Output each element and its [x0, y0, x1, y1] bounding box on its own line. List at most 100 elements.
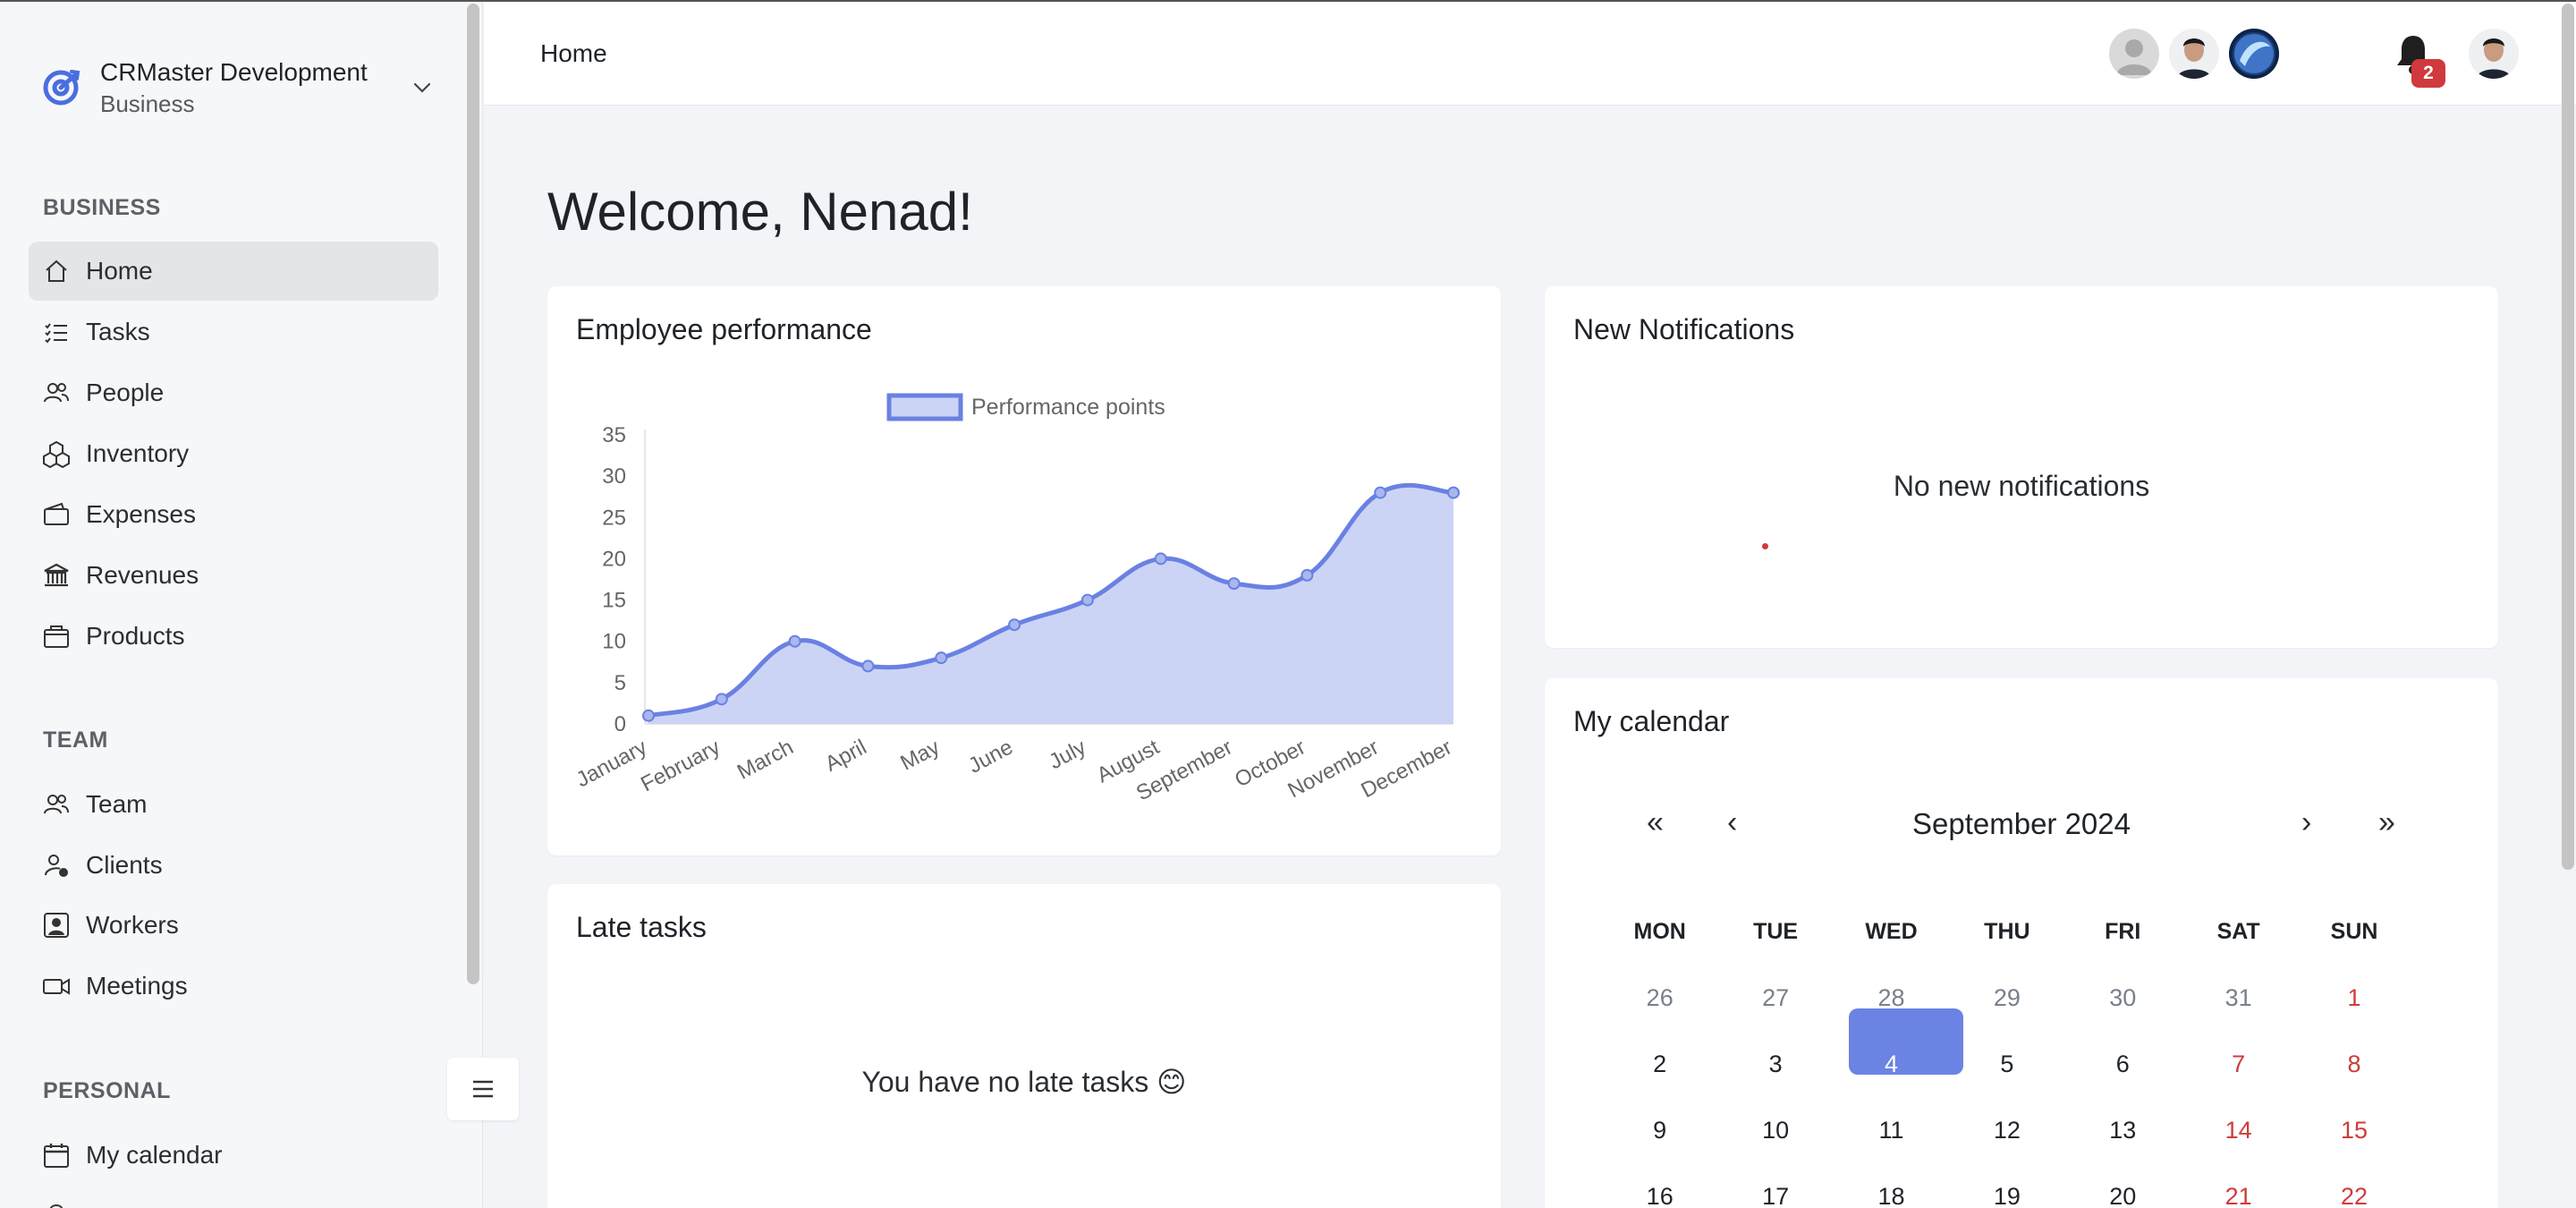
avatar[interactable]	[2169, 29, 2219, 79]
section-title-personal: PERSONAL	[43, 1078, 171, 1103]
x-tick-label: July	[1045, 735, 1089, 774]
calendar-day[interactable]: 22	[2296, 1183, 2411, 1208]
series-area	[648, 485, 1453, 724]
calendar-day[interactable]: 28	[1834, 984, 1949, 1012]
weekday-label: SUN	[2330, 918, 2378, 944]
calendar-grid: MON TUE WED THU FRI SAT SUN 26 27 28 29 …	[1602, 898, 2412, 1208]
worker-icon	[41, 910, 72, 940]
calendar-week-row: 26 27 28 29 30 31 1	[1602, 965, 2412, 1031]
sidebar-scrollbar[interactable]	[467, 4, 479, 984]
page-scrollbar[interactable]	[2562, 4, 2574, 870]
sidebar-item-inventory[interactable]: Inventory	[29, 424, 438, 483]
collapse-sidebar-button[interactable]	[447, 1058, 519, 1120]
calendar-day[interactable]: 3	[1717, 1051, 1833, 1078]
x-tick-label: February	[637, 735, 724, 796]
calendar-day[interactable]: 17	[1717, 1183, 1833, 1208]
next-month-button[interactable]: ›	[2301, 805, 2311, 840]
sidebar-item-label: My calendar	[86, 1141, 223, 1169]
sidebar-item-workers[interactable]: Workers	[29, 896, 438, 955]
calendar-day-today[interactable]: 4	[1834, 1051, 1949, 1078]
calendar-day[interactable]: 27	[1717, 984, 1833, 1012]
org-switcher[interactable]: CRMaster Development Business	[41, 52, 435, 123]
y-tick-label: 35	[602, 423, 626, 447]
calendar-day[interactable]: 5	[1949, 1051, 2064, 1078]
sidebar-item-my-calendar[interactable]: My calendar	[29, 1126, 438, 1185]
calendar-day[interactable]: 10	[1717, 1117, 1833, 1144]
calendar-day[interactable]: 19	[1949, 1183, 2064, 1208]
sidebar-item-meetings[interactable]: Meetings	[29, 957, 438, 1016]
calendar-icon	[41, 1140, 72, 1170]
x-tick-label: April	[821, 735, 870, 776]
calendar-day[interactable]: 1	[2296, 984, 2411, 1012]
card-title: My calendar	[1573, 705, 1730, 737]
notification-count-badge: 2	[2411, 59, 2445, 88]
sidebar-item-tasks[interactable]: Tasks	[29, 302, 438, 362]
calendar-day[interactable]: 7	[2181, 1051, 2296, 1078]
sidebar-item-clients[interactable]: Clients	[29, 836, 438, 895]
sidebar-item-people[interactable]: People	[29, 363, 438, 422]
sidebar-item-label: Inventory	[86, 439, 190, 467]
avatar[interactable]	[2109, 29, 2159, 79]
sidebar-item-products[interactable]: Products	[29, 607, 438, 666]
data-point	[861, 659, 875, 673]
x-tick-label: June	[964, 735, 1017, 778]
notifications-card: New Notifications No new notifications	[1545, 286, 2498, 648]
org-logo-icon	[43, 70, 80, 106]
calendar-day[interactable]: 9	[1602, 1117, 1717, 1144]
data-point	[1374, 486, 1387, 499]
y-tick-label: 25	[602, 506, 626, 530]
calendar-day[interactable]: 6	[2065, 1051, 2181, 1078]
late-tasks-card: Late tasks You have no late tasks 😊	[547, 884, 1501, 1208]
org-type: Business	[100, 90, 195, 117]
weekday-label: SAT	[2216, 918, 2260, 944]
x-tick-label: March	[733, 735, 798, 784]
chevron-down-icon	[413, 82, 431, 93]
calendar-day[interactable]: 31	[2181, 984, 2296, 1012]
weekday-label: TUE	[1753, 918, 1799, 944]
team-icon	[41, 789, 72, 820]
calendar-day[interactable]: 11	[1834, 1117, 1949, 1144]
calendar-day[interactable]: 13	[2065, 1117, 2181, 1144]
sidebar-item-revenues[interactable]: Revenues	[29, 546, 438, 605]
sidebar-item-label: Products	[86, 622, 185, 650]
next-year-button[interactable]: »	[2378, 805, 2395, 840]
my-calendar-card: My calendar « ‹ September 2024 › » MON T…	[1545, 678, 2498, 1208]
calendar-day[interactable]: 26	[1602, 984, 1717, 1012]
calendar-day[interactable]: 15	[2296, 1117, 2411, 1144]
calendar-day[interactable]: 18	[1834, 1183, 1949, 1208]
notifications-empty-message: No new notifications	[1893, 470, 2150, 502]
sidebar-item-next[interactable]	[29, 1187, 438, 1208]
calendar-day[interactable]: 16	[1602, 1183, 1717, 1208]
calendar-day[interactable]: 29	[1949, 984, 2064, 1012]
x-tick-label: May	[896, 735, 944, 775]
calendar-day[interactable]: 8	[2296, 1051, 2411, 1078]
calendar-day[interactable]: 20	[2065, 1183, 2181, 1208]
inventory-icon	[41, 438, 72, 469]
calendar-day[interactable]: 30	[2065, 984, 2181, 1012]
weekday-label: MON	[1633, 918, 1686, 944]
x-tick-label: January	[572, 735, 651, 792]
sidebar-item-expenses[interactable]: Expenses	[29, 485, 438, 544]
bank-icon	[41, 560, 72, 591]
sidebar-item-label: People	[86, 379, 165, 406]
employee-performance-card: Employee performance 0 5 10 15 20 25 30 35 Janua…	[547, 286, 1501, 855]
y-tick-label: 15	[602, 589, 626, 613]
weekday-label: THU	[1984, 918, 2030, 944]
sidebar: CRMaster Development Business BUSINESS H…	[0, 0, 483, 1208]
section-title-business: BUSINESS	[43, 195, 161, 220]
avatar[interactable]	[2229, 29, 2279, 79]
calendar-day[interactable]: 12	[1949, 1117, 2064, 1144]
calendar-day[interactable]: 2	[1602, 1051, 1717, 1078]
card-title: New Notifications	[1573, 313, 1795, 345]
calendar-week-row: 16 17 18 19 20 21 22	[1602, 1163, 2412, 1208]
data-point	[1301, 568, 1314, 582]
y-tick-label: 20	[602, 547, 626, 571]
y-tick-label: 5	[614, 671, 626, 695]
sidebar-item-home[interactable]: Home	[29, 242, 438, 301]
sidebar-item-team[interactable]: Team	[29, 775, 438, 834]
calendar-day[interactable]: 21	[2181, 1183, 2296, 1208]
user-avatar[interactable]	[2469, 29, 2519, 79]
data-point	[1154, 552, 1167, 566]
calendar-day[interactable]: 14	[2181, 1117, 2296, 1144]
client-icon	[41, 850, 72, 880]
